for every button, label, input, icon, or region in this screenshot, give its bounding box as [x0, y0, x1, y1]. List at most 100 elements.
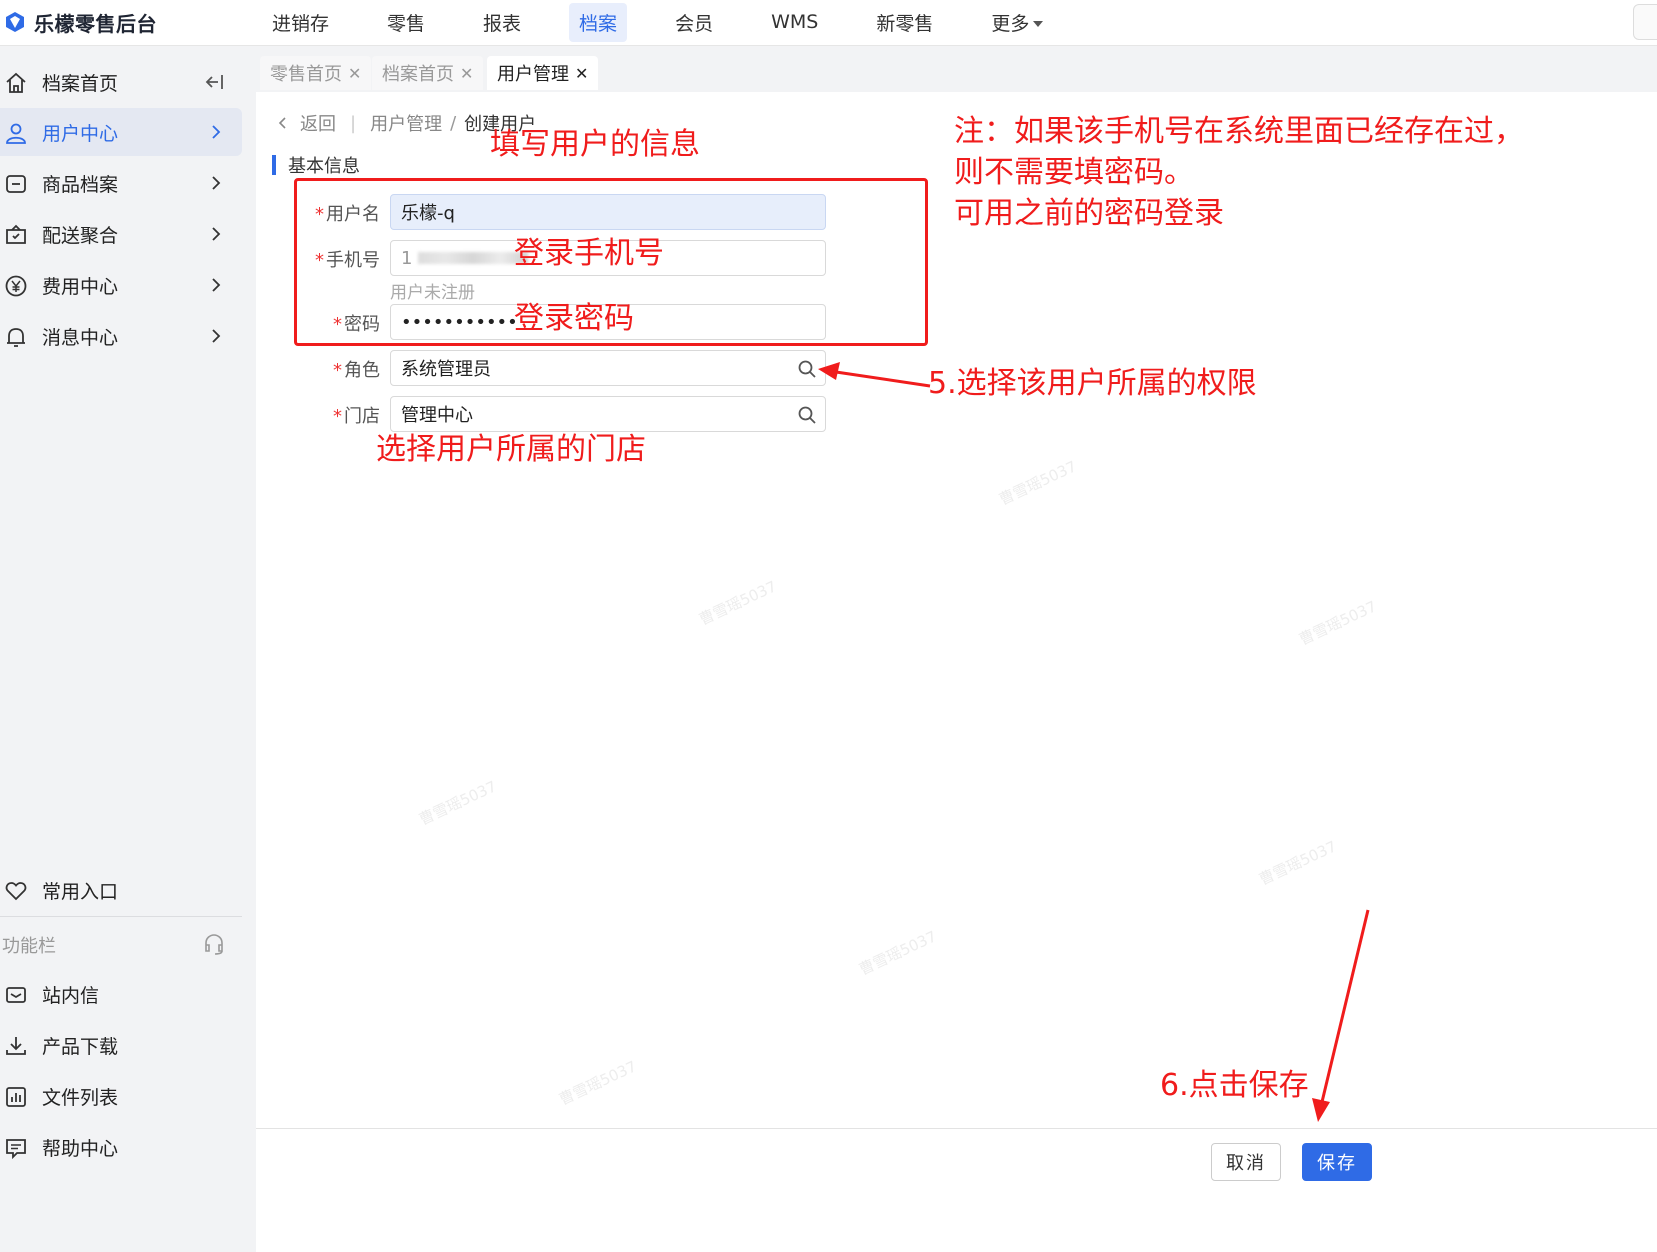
chevron-right-icon	[212, 329, 221, 343]
back-label: 返回	[300, 114, 336, 135]
store-value: 管理中心	[401, 405, 473, 426]
annotation-fill-info: 填写用户的信息	[490, 127, 700, 162]
collapse-sidebar-icon[interactable]	[204, 71, 226, 93]
sidebar-item-delivery[interactable]: 配送聚合	[0, 210, 242, 258]
tab-label: 零售首页	[270, 64, 342, 85]
sidebar-item-label: 常用入口	[42, 880, 119, 903]
role-value: 系统管理员	[401, 359, 491, 380]
store-label: * 门店	[256, 402, 380, 428]
product-icon	[6, 175, 26, 193]
top-bar: 乐檬零售后台 进销存 零售 报表 档案 会员 WMS 新零售 更多	[0, 0, 1657, 46]
sidebar-item-help[interactable]: 帮助中心	[0, 1123, 242, 1171]
tab-retail-home[interactable]: 零售首页 ✕	[260, 56, 372, 90]
annotation-select-store: 选择用户所属的门店	[376, 432, 646, 467]
sidebar-item-product-archive[interactable]: 商品档案	[0, 159, 242, 207]
watermark: 曹雪瑶5037	[1256, 837, 1340, 889]
close-icon[interactable]: ✕	[575, 64, 588, 83]
role-select[interactable]: 系统管理员	[390, 350, 826, 386]
caret-down-icon	[1033, 21, 1044, 27]
chart-file-icon	[6, 1087, 26, 1107]
annotation-note-line3: 可用之前的密码登录	[954, 196, 1224, 231]
sidebar-section-label: 功能栏	[2, 936, 56, 957]
brand[interactable]: 乐檬零售后台	[4, 8, 157, 36]
nav-item-archive[interactable]: 档案	[569, 2, 628, 42]
yuan-icon	[5, 275, 27, 297]
chevron-right-icon	[212, 176, 221, 190]
breadcrumb-divider: |	[350, 112, 357, 134]
role-label-text: 角色	[344, 360, 380, 381]
sidebar-item-file-list[interactable]: 文件列表	[0, 1072, 242, 1120]
brand-name: 乐檬零售后台	[34, 11, 157, 36]
tab-archive-home[interactable]: 档案首页 ✕	[372, 56, 484, 90]
sidebar-item-label: 配送聚合	[42, 224, 119, 247]
chevron-left-icon	[278, 117, 286, 129]
watermark: 曹雪瑶5037	[556, 1057, 640, 1109]
top-search-button[interactable]	[1633, 4, 1657, 40]
chevron-right-icon	[212, 125, 221, 139]
search-icon[interactable]	[797, 359, 817, 379]
close-icon[interactable]: ✕	[460, 64, 473, 83]
sidebar-item-expense[interactable]: 费用中心	[0, 261, 242, 309]
nav-item-more[interactable]: 更多	[981, 3, 1053, 42]
nav-item-member[interactable]: 会员	[665, 3, 723, 42]
sidebar-item-messages[interactable]: 消息中心	[0, 312, 242, 360]
tab-bar: 零售首页 ✕ 档案首页 ✕ 用户管理 ✕	[256, 46, 1657, 92]
sidebar-item-label: 档案首页	[42, 72, 119, 95]
download-icon	[6, 1037, 26, 1055]
help-icon	[6, 1139, 26, 1160]
annotation-note-line1: 注：如果该手机号在系统里面已经存在过，	[954, 114, 1524, 149]
mail-icon	[6, 987, 26, 1003]
home-icon	[6, 72, 26, 93]
nav-item-retail[interactable]: 零售	[377, 3, 435, 42]
nav-item-reports[interactable]: 报表	[473, 3, 531, 42]
form-footer: 取消 保存	[256, 1128, 1657, 1252]
required-mark: *	[333, 360, 342, 381]
user-icon	[6, 123, 26, 144]
watermark: 曹雪瑶5037	[996, 457, 1080, 509]
close-icon[interactable]: ✕	[348, 64, 361, 83]
sidebar-item-label: 帮助中心	[42, 1137, 119, 1160]
annotation-step6: 6.点击保存	[1160, 1068, 1309, 1103]
sidebar-item-label: 产品下载	[42, 1035, 119, 1058]
sidebar-divider	[0, 916, 242, 917]
chevron-right-icon	[212, 278, 221, 292]
sidebar-item-download[interactable]: 产品下载	[0, 1021, 242, 1069]
sidebar-item-label: 商品档案	[42, 173, 119, 196]
tab-label: 档案首页	[382, 64, 454, 85]
watermark: 曹雪瑶5037	[856, 927, 940, 979]
sidebar-item-label: 文件列表	[42, 1086, 119, 1109]
cancel-button[interactable]: 取消	[1211, 1143, 1281, 1181]
chevron-right-icon	[212, 227, 221, 241]
nav-item-inventory[interactable]: 进销存	[262, 3, 339, 42]
breadcrumb-slash: /	[450, 112, 457, 134]
sidebar-bottom	[0, 1182, 256, 1252]
brand-logo-icon	[6, 12, 24, 32]
back-button[interactable]: 返回	[276, 110, 336, 136]
sidebar-item-label: 站内信	[42, 984, 100, 1007]
watermark: 曹雪瑶5037	[696, 577, 780, 629]
section-title-text: 基本信息	[288, 156, 360, 177]
store-label-text: 门店	[344, 406, 380, 427]
sidebar-item-label: 消息中心	[42, 326, 119, 349]
nav-more-label: 更多	[991, 12, 1030, 35]
annotation-login-password: 登录密码	[514, 301, 634, 336]
annotation-login-phone: 登录手机号	[514, 236, 664, 271]
save-button[interactable]: 保存	[1302, 1143, 1372, 1181]
headset-icon[interactable]	[202, 932, 226, 956]
sidebar-item-favorites[interactable]: 常用入口	[0, 866, 242, 914]
bell-icon	[7, 328, 25, 347]
top-nav: 进销存 零售 报表 档案 会员 WMS 新零售 更多	[262, 0, 1091, 44]
nav-item-new-retail[interactable]: 新零售	[866, 3, 943, 42]
store-select[interactable]: 管理中心	[390, 396, 826, 432]
watermark: 曹雪瑶5037	[416, 777, 500, 829]
sidebar: 档案首页 用户中心 商品档案 配送聚合 费用中心 消息中心 常用入口 功能栏 站…	[0, 46, 256, 1252]
nav-item-wms[interactable]: WMS	[761, 5, 828, 39]
sidebar-item-label: 费用中心	[42, 275, 119, 298]
breadcrumb-parent[interactable]: 用户管理	[370, 110, 442, 136]
tab-user-management[interactable]: 用户管理 ✕	[487, 56, 599, 90]
search-icon[interactable]	[797, 405, 817, 425]
sidebar-item-user-center[interactable]: 用户中心	[0, 108, 242, 156]
annotation-note-line2: 则不需要填密码。	[954, 155, 1194, 190]
sidebar-item-inbox[interactable]: 站内信	[0, 970, 242, 1018]
role-label: * 角色	[256, 356, 380, 382]
